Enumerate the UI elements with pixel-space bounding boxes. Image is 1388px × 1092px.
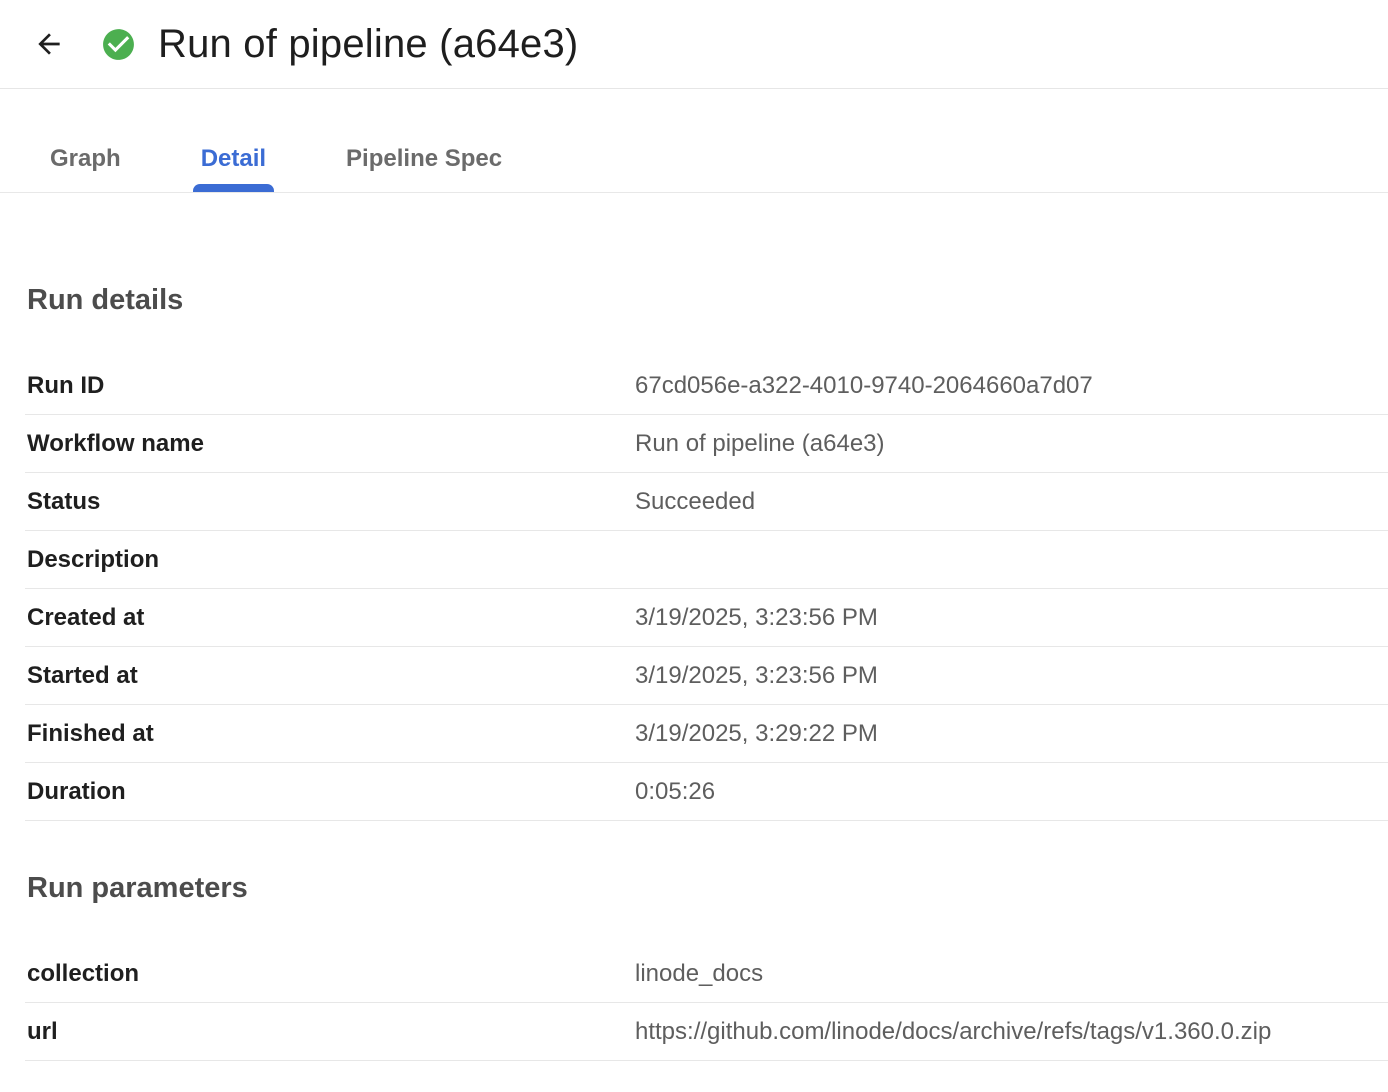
- tab-detail[interactable]: Detail: [161, 131, 306, 192]
- row-label: Run ID: [25, 372, 635, 400]
- row-label: Created at: [25, 604, 635, 632]
- arrow-back-icon: [33, 28, 65, 60]
- run-details-heading: Run details: [25, 193, 1388, 317]
- table-row-url: url https://github.com/linode/docs/archi…: [25, 1003, 1388, 1061]
- table-row-created-at: Created at 3/19/2025, 3:23:56 PM: [25, 589, 1388, 647]
- run-parameters-table: collection linode_docs url https://githu…: [25, 945, 1388, 1061]
- table-row-collection: collection linode_docs: [25, 945, 1388, 1003]
- row-label: Workflow name: [25, 430, 635, 458]
- row-value: https://github.com/linode/docs/archive/r…: [635, 1018, 1271, 1046]
- tab-pipeline-spec[interactable]: Pipeline Spec: [306, 131, 542, 192]
- tab-bar: Graph Detail Pipeline Spec: [0, 89, 1388, 193]
- page-title: Run of pipeline (a64e3): [158, 22, 578, 67]
- run-parameters-heading: Run parameters: [25, 821, 1388, 905]
- run-details-table: Run ID 67cd056e-a322-4010-9740-2064660a7…: [25, 357, 1388, 821]
- row-value: Run of pipeline (a64e3): [635, 430, 885, 458]
- table-row-duration: Duration 0:05:26: [25, 763, 1388, 821]
- table-row-run-id: Run ID 67cd056e-a322-4010-9740-2064660a7…: [25, 357, 1388, 415]
- run-status-success-icon: [100, 26, 137, 63]
- row-label: Status: [25, 488, 635, 516]
- row-value: 67cd056e-a322-4010-9740-2064660a7d07: [635, 372, 1093, 400]
- table-row-description: Description: [25, 531, 1388, 589]
- row-value: 3/19/2025, 3:23:56 PM: [635, 604, 878, 632]
- row-label: collection: [25, 960, 635, 988]
- run-detail-content: Run details Run ID 67cd056e-a322-4010-97…: [25, 193, 1388, 1061]
- row-label: Finished at: [25, 720, 635, 748]
- row-value: Succeeded: [635, 488, 755, 516]
- row-label: Description: [25, 546, 635, 574]
- row-label: Duration: [25, 778, 635, 806]
- table-row-finished-at: Finished at 3/19/2025, 3:29:22 PM: [25, 705, 1388, 763]
- table-row-started-at: Started at 3/19/2025, 3:23:56 PM: [25, 647, 1388, 705]
- row-value: 3/19/2025, 3:29:22 PM: [635, 720, 878, 748]
- tab-graph[interactable]: Graph: [10, 131, 161, 192]
- row-value: 0:05:26: [635, 778, 715, 806]
- page-header: Run of pipeline (a64e3): [0, 0, 1388, 89]
- row-label: url: [25, 1018, 635, 1046]
- table-row-status: Status Succeeded: [25, 473, 1388, 531]
- row-value: linode_docs: [635, 960, 763, 988]
- row-label: Started at: [25, 662, 635, 690]
- row-value: 3/19/2025, 3:23:56 PM: [635, 662, 878, 690]
- table-row-workflow-name: Workflow name Run of pipeline (a64e3): [25, 415, 1388, 473]
- back-button[interactable]: [32, 27, 66, 61]
